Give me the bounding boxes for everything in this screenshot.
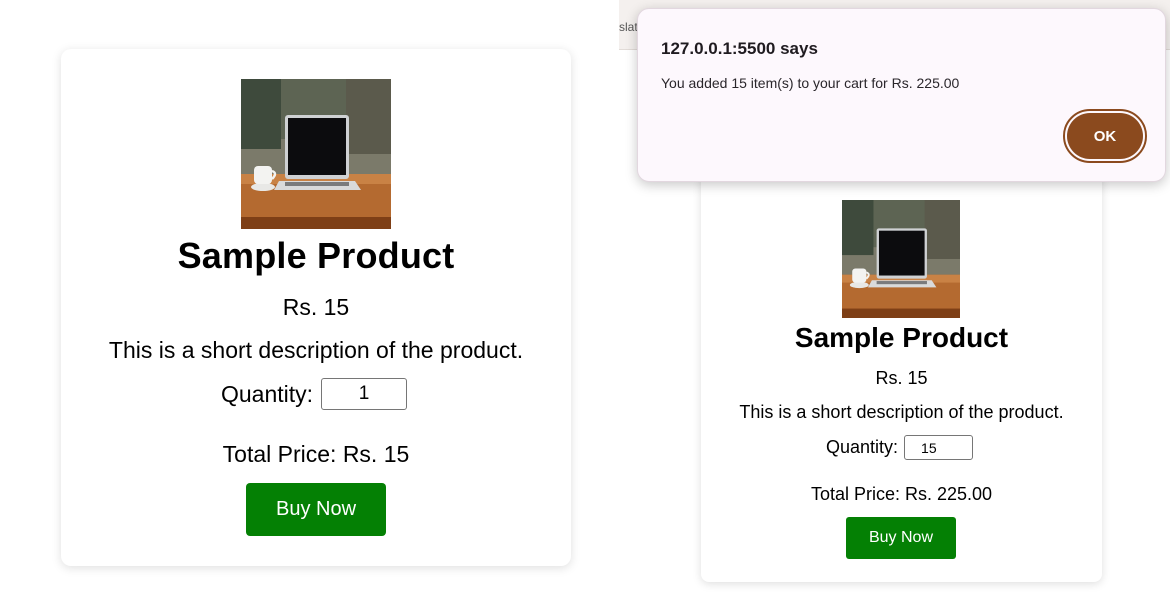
stage: Sample Product Rs. 15 This is a short de… — [0, 0, 1170, 602]
buy-now-button[interactable]: Buy Now — [846, 517, 956, 559]
quantity-row: Quantity: — [826, 435, 974, 460]
total-price: Total Price: Rs. 15 — [222, 441, 410, 467]
product-card-right: Sample Product Rs. 15 This is a short de… — [701, 150, 1102, 582]
product-card-left: Sample Product Rs. 15 This is a short de… — [61, 49, 571, 566]
alert-dialog: 127.0.0.1:5500 says You added 15 item(s)… — [637, 8, 1166, 182]
quantity-row: Quantity: — [221, 378, 408, 410]
browser-tab-fragment: slat — [619, 20, 638, 34]
quantity-label: Quantity: — [826, 437, 899, 457]
product-title: Sample Product — [794, 322, 1009, 353]
dialog-title: 127.0.0.1:5500 says — [661, 39, 818, 58]
ok-button[interactable]: OK — [1067, 113, 1143, 159]
quantity-label: Quantity: — [221, 380, 314, 407]
buy-now-button[interactable]: Buy Now — [246, 483, 386, 536]
product-description: This is a short description of the produ… — [739, 402, 1064, 422]
product-price: Rs. 15 — [875, 368, 928, 388]
product-image — [842, 200, 960, 318]
product-image — [241, 79, 391, 229]
total-price: Total Price: Rs. 225.00 — [810, 484, 993, 504]
quantity-input[interactable] — [904, 435, 974, 460]
product-description: This is a short description of the produ… — [108, 337, 524, 363]
dialog-message: You added 15 item(s) to your cart for Rs… — [661, 75, 960, 91]
product-title: Sample Product — [177, 235, 455, 276]
product-price: Rs. 15 — [282, 294, 350, 320]
quantity-input[interactable] — [321, 378, 408, 410]
